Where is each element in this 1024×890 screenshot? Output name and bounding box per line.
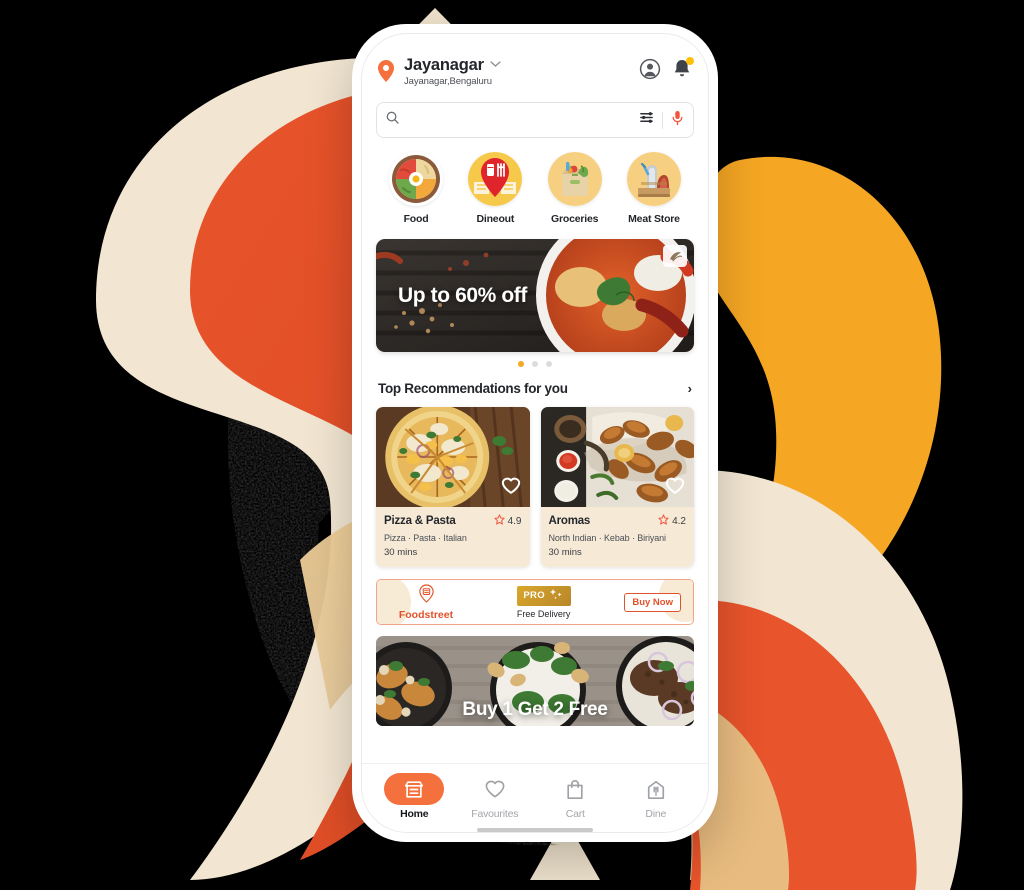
category-row: Food Dineout Groceries Meat Store <box>362 138 708 225</box>
phone-screen: Jayanagar Jayanagar,Bengaluru Food Dineo… <box>361 33 709 833</box>
restaurant-card[interactable]: Aromas 4.2 North Indian · Kebab · Biriya… <box>540 407 695 567</box>
banner2-title: Buy 1 Get 2 Free <box>462 699 608 720</box>
dineout-pin-icon <box>468 152 523 206</box>
heart-outline-icon[interactable] <box>665 476 685 500</box>
star-icon <box>658 514 669 528</box>
foodstreet-label: Foodstreet <box>398 608 454 621</box>
restaurant-card[interactable]: Pizza & Pasta 4.9 Pizza · Pasta · Italia… <box>376 407 530 567</box>
heart-outline-icon[interactable] <box>501 476 521 500</box>
meat-store-icon <box>626 152 681 206</box>
scrollable-content[interactable]: Jayanagar Jayanagar,Bengaluru Food Dineo… <box>362 34 708 763</box>
home-indicator <box>477 828 593 832</box>
foodstreet-pin-icon <box>418 583 435 607</box>
bottom-navigation: Home Favourites Cart Dine <box>362 763 708 824</box>
location-name: Jayanagar <box>404 56 484 74</box>
restaurant-card-list: Pizza & Pasta 4.9 Pizza · Pasta · Italia… <box>362 396 708 567</box>
see-all-chevron-icon[interactable]: › <box>688 381 692 396</box>
category-label: Dineout <box>476 213 515 225</box>
search-input[interactable] <box>399 114 639 126</box>
nav-item-cart[interactable]: Cart <box>538 773 612 820</box>
free-delivery-label: Free Delivery <box>516 608 571 619</box>
location-subtitle: Jayanagar,Bengaluru <box>404 76 492 87</box>
pro-offer: PRO Free Delivery <box>516 585 571 619</box>
notification-badge-dot <box>686 57 694 65</box>
buy-now-button[interactable]: Buy Now <box>624 592 681 612</box>
carousel-dot[interactable] <box>546 361 552 367</box>
carousel-dot[interactable] <box>532 361 538 367</box>
foodstreet-brand: Foodstreet <box>389 583 463 621</box>
category-label: Food <box>403 213 429 225</box>
nav-label: Dine <box>645 808 667 820</box>
sparkle-icon <box>548 587 564 604</box>
buy-one-get-two-banner[interactable]: Buy 1 Get 2 Free <box>376 636 694 726</box>
delivery-time: 30 mins <box>548 547 582 558</box>
nav-label: Cart <box>565 808 585 820</box>
heart-outline-icon <box>458 773 532 805</box>
app-header: Jayanagar Jayanagar,Bengaluru <box>362 34 708 94</box>
nav-item-dine[interactable]: Dine <box>619 773 693 820</box>
star-icon <box>494 514 505 528</box>
carousel-dot-active[interactable] <box>518 361 524 367</box>
cuisine-tags: North Indian · Kebab · Biriyani <box>548 533 667 543</box>
dine-house-icon <box>619 773 693 805</box>
restaurant-photo-pizza <box>376 407 530 507</box>
location-block[interactable]: Jayanagar Jayanagar,Bengaluru <box>404 56 631 87</box>
shopping-bag-icon <box>538 773 612 805</box>
nav-label: Home <box>400 808 429 820</box>
rating-block: 4.9 <box>494 514 522 528</box>
pro-badge: PRO <box>516 585 571 606</box>
recommendations-header: Top Recommendations for you › <box>362 367 708 396</box>
brand-logo-icon <box>663 245 687 267</box>
category-label: Groceries <box>551 213 599 225</box>
category-item-dineout[interactable]: Dineout <box>461 152 529 225</box>
food-bowl-icon <box>389 152 443 206</box>
rating-block: 4.2 <box>658 514 686 528</box>
restaurant-name: Aromas <box>548 515 591 527</box>
rating-value: 4.9 <box>507 515 522 527</box>
restaurant-info: Aromas 4.2 North Indian · Kebab · Biriya… <box>541 507 695 567</box>
grocery-bag-icon <box>547 152 602 206</box>
composition-stage: Jayanagar Jayanagar,Bengaluru Food Dineo… <box>0 0 1024 890</box>
profile-icon[interactable] <box>639 58 661 85</box>
rating-value: 4.2 <box>672 515 686 527</box>
store-icon <box>384 773 445 805</box>
delivery-time: 30 mins <box>384 547 418 558</box>
header-actions <box>639 57 694 85</box>
phone-mockup: Jayanagar Jayanagar,Bengaluru Food Dineo… <box>352 24 718 842</box>
restaurant-info: Pizza & Pasta 4.9 Pizza · Pasta · Italia… <box>376 507 530 567</box>
chevron-down-icon[interactable] <box>490 60 501 71</box>
search-divider <box>662 111 663 129</box>
pro-badge-label: PRO <box>523 590 545 601</box>
notification-bell-icon[interactable] <box>672 57 694 85</box>
category-label: Meat Store <box>628 213 680 225</box>
section-title: Top Recommendations for you <box>378 381 568 396</box>
category-item-food[interactable]: Food <box>382 152 450 225</box>
nav-label: Favourites <box>471 808 519 820</box>
nav-item-home[interactable]: Home <box>377 773 451 820</box>
nav-item-favourites[interactable]: Favourites <box>458 773 532 820</box>
search-icon <box>386 111 399 129</box>
filter-sliders-icon[interactable] <box>639 110 654 130</box>
banner-title: Up to 60% off <box>398 283 527 307</box>
pro-promo-strip[interactable]: Foodstreet PRO Free Delivery Buy Now <box>376 579 694 625</box>
promo-carousel-banner[interactable]: Up to 60% off <box>376 239 694 352</box>
category-item-meat-store[interactable]: Meat Store <box>620 152 688 225</box>
location-pin-icon <box>376 59 396 88</box>
category-item-groceries[interactable]: Groceries <box>541 152 609 225</box>
restaurant-photo-aromas <box>540 407 694 507</box>
carousel-dots <box>362 352 708 367</box>
search-bar[interactable] <box>376 102 694 138</box>
microphone-icon[interactable] <box>671 110 684 131</box>
cuisine-tags: Pizza · Pasta · Italian <box>384 533 467 543</box>
restaurant-name: Pizza & Pasta <box>384 515 456 527</box>
